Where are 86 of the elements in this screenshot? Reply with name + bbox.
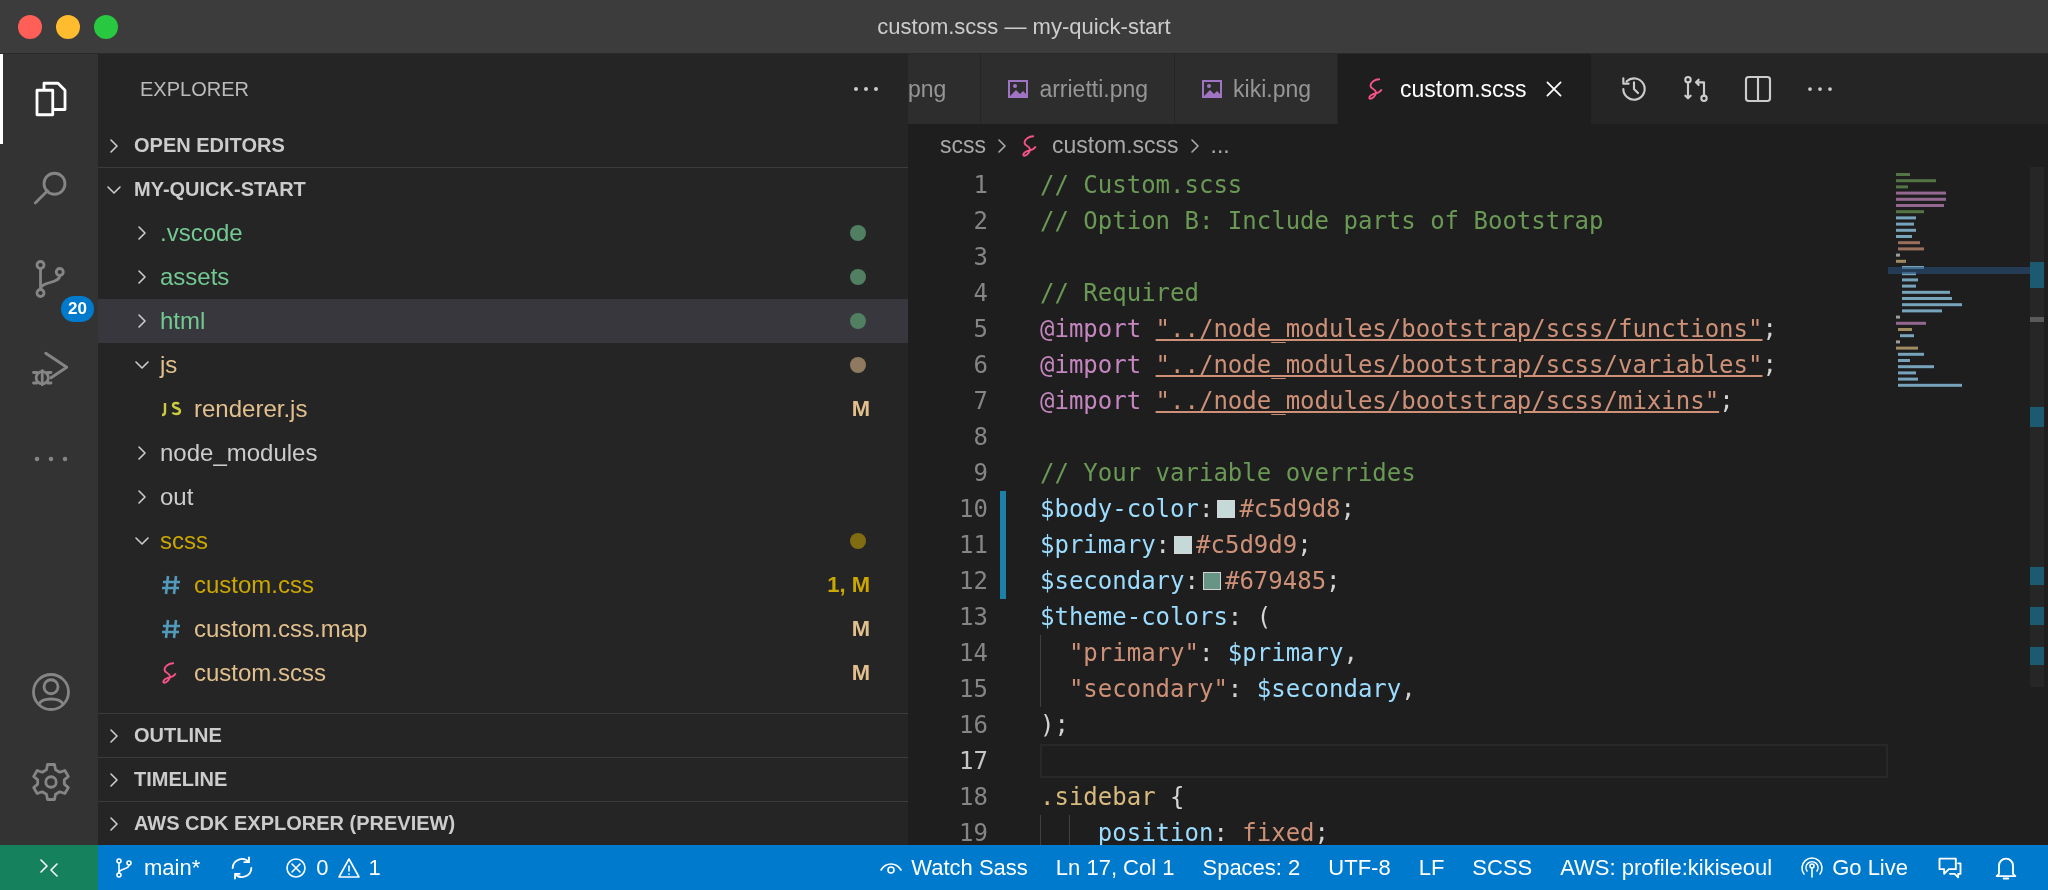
folder-name[interactable]: out [160, 483, 870, 511]
code-line: $body-color: #c5d9d8; [1040, 494, 1356, 525]
line-number: 8 [972, 423, 988, 451]
status-item[interactable]: SCSS [1458, 845, 1547, 890]
breadcrumb[interactable]: scss [940, 132, 986, 159]
problems-button[interactable]: 0 1 [270, 845, 395, 890]
warning-icon [336, 855, 361, 880]
image-file-icon [1201, 78, 1224, 100]
line-number: 12 [958, 567, 988, 595]
file-name[interactable]: custom.scss [194, 659, 852, 687]
section-header[interactable]: OPEN EDITORS [134, 134, 285, 157]
panel-title: EXPLORER [140, 77, 249, 101]
editor-tab[interactable]: kiki.png [1175, 54, 1339, 124]
line-number: 16 [958, 711, 988, 739]
go-live-button[interactable]: Go Live [1786, 845, 1922, 890]
code-line: $primary: #c5d9d9; [1040, 530, 1313, 561]
broadcast-icon [1800, 855, 1825, 880]
line-number: 9 [972, 459, 988, 487]
line-number: 11 [958, 531, 988, 559]
git-status: M [851, 616, 870, 642]
folder-name[interactable]: scss [160, 527, 850, 555]
line-number: 18 [958, 783, 988, 811]
line-number: 4 [972, 279, 988, 307]
git-status: M [851, 396, 870, 422]
line-number: 2 [972, 207, 988, 235]
code-line: // Custom.scss [1040, 170, 1244, 201]
code-line: "secondary": $secondary, [1067, 674, 1417, 705]
line-number: 17 [958, 747, 988, 775]
git-status: M [851, 660, 870, 686]
line-number: 10 [958, 495, 988, 523]
breadcrumb[interactable]: custom.scss [1052, 132, 1179, 159]
code-line: .sidebar { [1040, 782, 1186, 813]
line-number: 7 [972, 387, 988, 415]
hash-file-icon [159, 617, 183, 641]
file-name[interactable]: renderer.js [194, 395, 852, 423]
editor-tab[interactable]: custom.scss [1338, 54, 1592, 124]
line-number: 6 [972, 351, 988, 379]
line-number: 14 [958, 639, 988, 667]
account-icon[interactable] [29, 671, 72, 713]
line-number: 5 [972, 315, 988, 343]
section-header[interactable]: AWS CDK EXPLORER (PREVIEW) [134, 812, 456, 835]
line-number: 1 [972, 171, 988, 199]
folder-name[interactable]: assets [160, 263, 850, 291]
code-line: @import "../node_modules/bootstrap/scss/mixins"; [1040, 386, 1735, 417]
image-file-icon [1007, 78, 1030, 100]
section-header[interactable]: OUTLINE [134, 724, 222, 747]
editor-tab[interactable]: arrietti.png [981, 54, 1176, 124]
status-item[interactable]: Spaces: 2 [1188, 845, 1315, 890]
section-header[interactable]: TIMELINE [134, 768, 228, 791]
branch-button[interactable]: main* [98, 845, 215, 890]
code-line: $secondary: #679485; [1040, 566, 1342, 597]
window-title: custom.scss — my-quick-start [877, 13, 1171, 39]
zoom-window-button[interactable] [94, 14, 118, 39]
section-header[interactable]: MY-QUICK-START [134, 178, 306, 201]
watch-sass-button[interactable]: Watch Sass [865, 845, 1042, 890]
status-item[interactable]: UTF-8 [1314, 845, 1405, 890]
breadcrumb[interactable]: ... [1210, 132, 1230, 159]
settings-icon[interactable] [29, 761, 72, 803]
count-badge: 20 [61, 296, 94, 322]
folder-name[interactable]: .vscode [160, 219, 850, 247]
git-status: 1, M [827, 572, 870, 598]
folder-name[interactable]: js [160, 351, 850, 379]
status-item[interactable]: LF [1404, 845, 1459, 890]
code-line: // Required [1040, 278, 1200, 309]
more-icon[interactable] [852, 85, 880, 93]
file-name[interactable]: custom.css [194, 571, 828, 599]
code-line: $theme-colors: ( [1040, 602, 1273, 633]
code-line: @import "../node_modules/bootstrap/scss/variables"; [1040, 350, 1778, 381]
file-name[interactable]: custom.css.map [194, 615, 852, 643]
editor-tab[interactable]: png [908, 54, 982, 124]
minimize-window-button[interactable] [56, 14, 80, 39]
code-line: @import "../node_modules/bootstrap/scss/functions"; [1040, 314, 1778, 345]
hash-file-icon [159, 573, 183, 597]
code-line: // Option B: Include parts of Bootstrap [1040, 206, 1605, 237]
code-line: // Your variable overrides [1040, 458, 1417, 489]
line-number: 3 [972, 243, 988, 271]
status-item[interactable]: Ln 17, Col 1 [1041, 845, 1189, 890]
folder-name[interactable]: node_modules [160, 439, 870, 467]
code-line: ); [1040, 710, 1070, 741]
status-item[interactable]: AWS: profile:kikiseoul [1546, 845, 1787, 890]
error-icon [284, 855, 309, 880]
close-window-button[interactable] [18, 14, 42, 39]
line-number: 19 [958, 819, 988, 845]
line-number: 13 [958, 603, 988, 631]
code-line: "primary": $primary, [1067, 638, 1359, 669]
line-number: 15 [958, 675, 988, 703]
